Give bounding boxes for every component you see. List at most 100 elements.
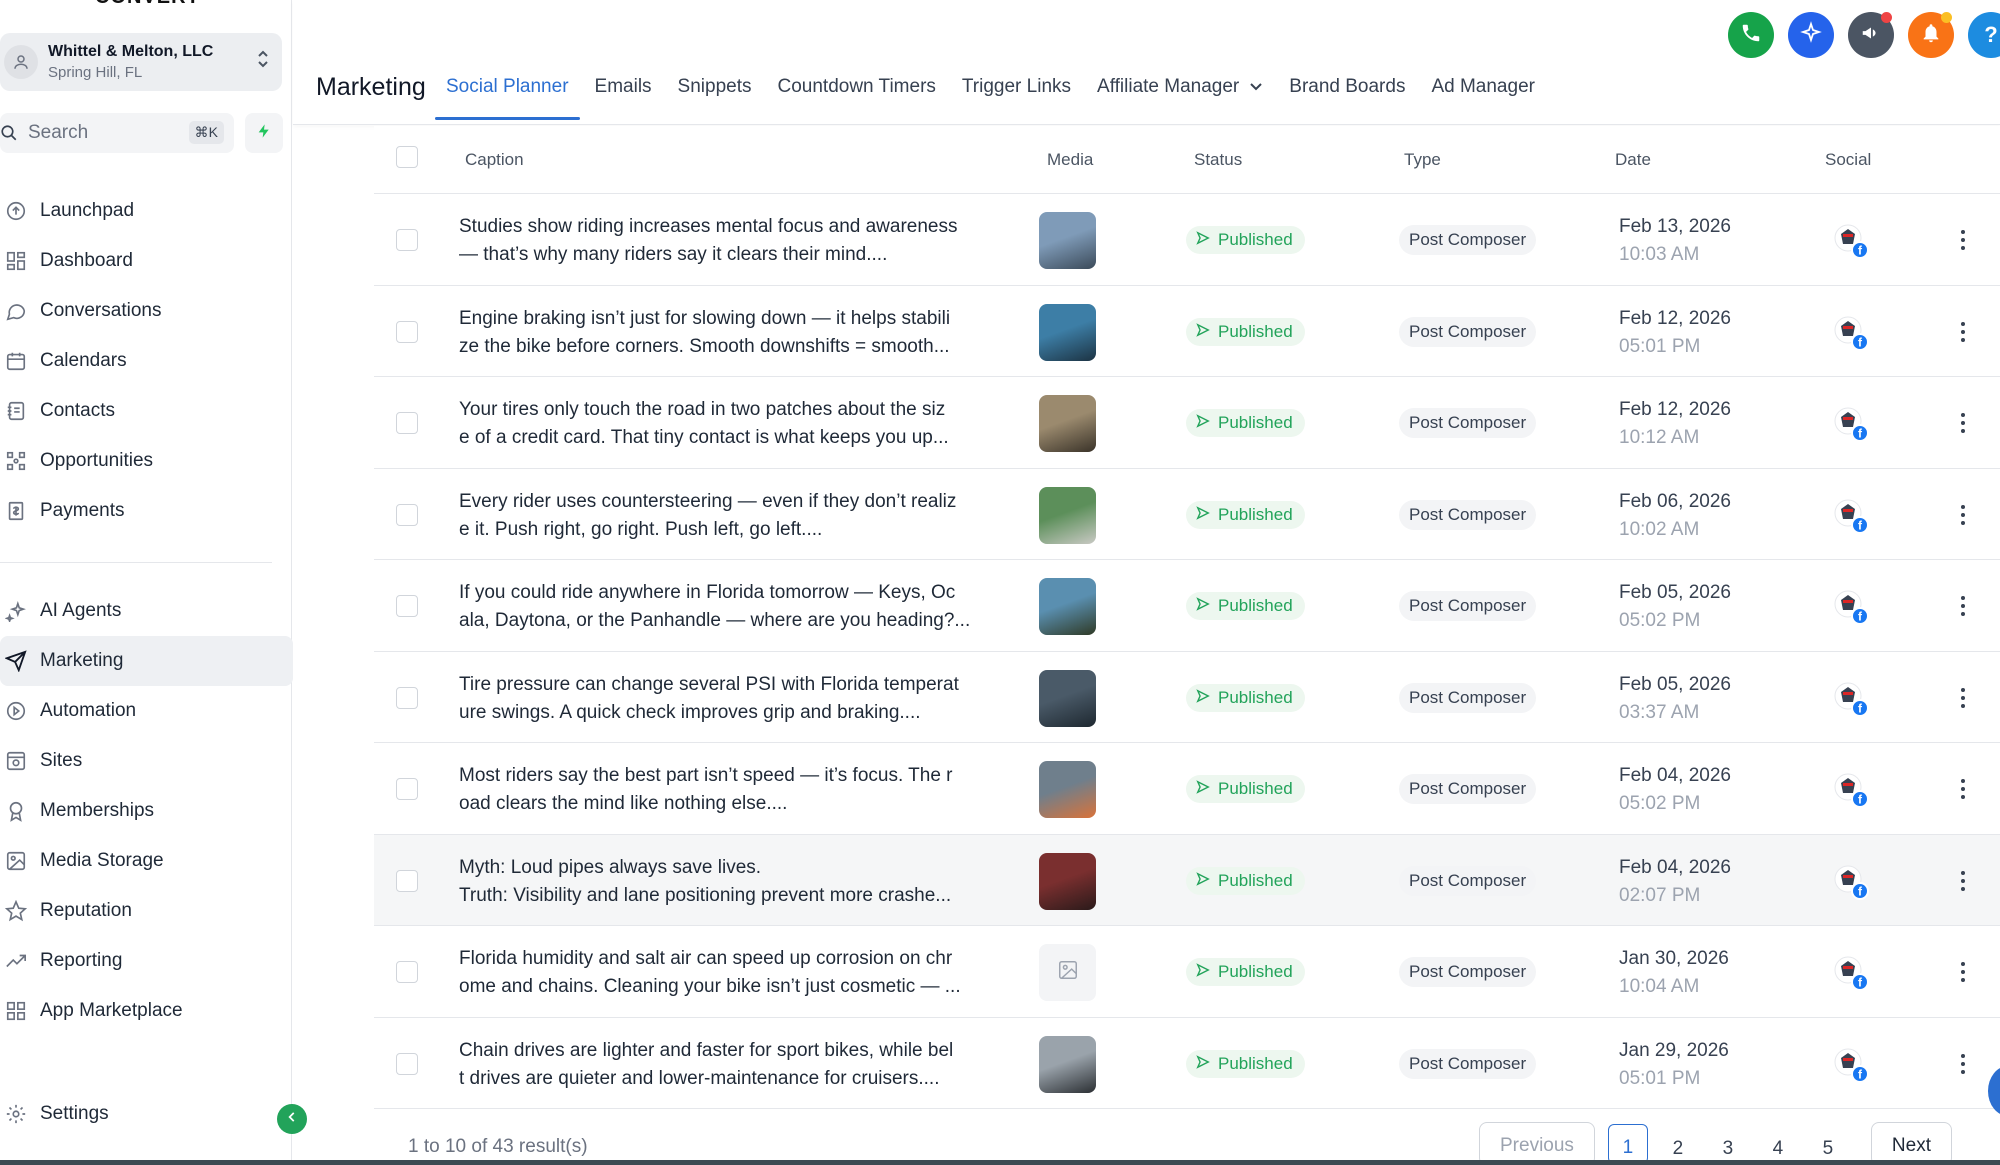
tab-emails[interactable]: Emails: [595, 66, 652, 112]
row-menu-button[interactable]: [1958, 684, 1968, 712]
table-row[interactable]: If you could ride anywhere in Florida to…: [374, 560, 2000, 652]
page-1-button[interactable]: 1: [1607, 1124, 1648, 1164]
social-account-avatar[interactable]: f: [1832, 1046, 1872, 1086]
sidebar-item-calendars[interactable]: Calendars: [0, 336, 292, 386]
select-all-checkbox[interactable]: [396, 146, 418, 168]
table-row[interactable]: Tire pressure can change several PSI wit…: [374, 651, 2000, 743]
media-thumbnail[interactable]: [1039, 486, 1096, 544]
sidebar-item-launchpad[interactable]: Launchpad: [0, 186, 292, 236]
page-4-button[interactable]: 4: [1758, 1124, 1798, 1164]
caption-cell[interactable]: If you could ride anywhere in Florida to…: [459, 579, 1009, 635]
row-menu-button[interactable]: [1958, 318, 1968, 346]
row-checkbox[interactable]: [396, 412, 418, 434]
social-account-avatar[interactable]: f: [1832, 222, 1872, 262]
column-caption[interactable]: Caption: [465, 150, 524, 170]
caption-cell[interactable]: Florida humidity and salt air can speed …: [459, 945, 1009, 1001]
caption-cell[interactable]: Engine braking isn’t just for slowing do…: [459, 305, 1009, 361]
media-thumbnail[interactable]: [1039, 1035, 1096, 1093]
row-menu-button[interactable]: [1958, 1050, 1968, 1078]
notifications-button[interactable]: [1908, 12, 1954, 58]
social-account-avatar[interactable]: f: [1832, 405, 1872, 445]
row-checkbox[interactable]: [396, 229, 418, 251]
social-account-avatar[interactable]: f: [1832, 771, 1872, 811]
table-row[interactable]: Your tires only touch the road in two pa…: [374, 377, 2000, 469]
table-row[interactable]: Engine braking isn’t just for slowing do…: [374, 285, 2000, 377]
row-checkbox[interactable]: [396, 869, 418, 892]
collapse-sidebar-button[interactable]: [277, 1104, 307, 1134]
social-account-avatar[interactable]: f: [1832, 680, 1872, 720]
row-menu-button[interactable]: [1958, 867, 1968, 895]
sidebar-item-contacts[interactable]: Contacts: [0, 386, 292, 436]
table-row[interactable]: Chain drives are lighter and faster for …: [374, 1017, 2000, 1109]
column-type[interactable]: Type: [1404, 150, 1441, 170]
row-checkbox[interactable]: [396, 503, 418, 526]
tab-brand-boards[interactable]: Brand Boards: [1289, 66, 1405, 112]
row-menu-button[interactable]: [1958, 775, 1968, 803]
previous-page-button[interactable]: Previous: [1479, 1122, 1595, 1165]
row-menu-button[interactable]: [1958, 592, 1968, 620]
media-thumbnail[interactable]: [1039, 303, 1096, 361]
column-date[interactable]: Date: [1615, 150, 1651, 170]
sidebar-item-reputation[interactable]: Reputation: [0, 886, 292, 936]
table-row[interactable]: Studies show riding increases mental foc…: [374, 194, 2000, 286]
table-row[interactable]: Myth: Loud pipes always save lives. Truth…: [374, 834, 2000, 926]
row-menu-button[interactable]: [1958, 409, 1968, 437]
caption-cell[interactable]: Tire pressure can change several PSI wit…: [459, 671, 1009, 727]
media-thumbnail[interactable]: [1039, 669, 1096, 727]
sidebar-item-dashboard[interactable]: Dashboard: [0, 236, 292, 286]
sidebar-item-sites[interactable]: Sites: [0, 736, 292, 786]
column-media[interactable]: Media: [1047, 150, 1093, 170]
tab-affiliate-manager[interactable]: Affiliate Manager: [1097, 66, 1263, 112]
row-checkbox[interactable]: [396, 320, 418, 343]
sidebar-item-marketing[interactable]: Marketing: [0, 636, 293, 686]
page-5-button[interactable]: 5: [1808, 1124, 1848, 1164]
social-account-avatar[interactable]: f: [1832, 497, 1872, 537]
sidebar-item-automation[interactable]: Automation: [0, 686, 292, 736]
account-switcher[interactable]: Whittel & Melton, LLC Spring Hill, FL: [0, 33, 282, 91]
announcements-button[interactable]: [1848, 12, 1894, 58]
sidebar-item-settings[interactable]: Settings: [0, 1089, 292, 1139]
sidebar-item-ai-agents[interactable]: AI Agents: [0, 586, 292, 636]
caption-cell[interactable]: Myth: Loud pipes always save lives. Truth…: [459, 854, 1009, 910]
table-row[interactable]: Most riders say the best part isn’t spee…: [374, 743, 2000, 835]
sidebar-item-app-marketplace[interactable]: App Marketplace: [0, 986, 292, 1036]
social-account-avatar[interactable]: f: [1832, 588, 1872, 628]
caption-cell[interactable]: Your tires only touch the road in two pa…: [459, 396, 1009, 452]
social-account-avatar[interactable]: f: [1832, 863, 1872, 903]
social-account-avatar[interactable]: f: [1832, 314, 1872, 354]
sidebar-item-media-storage[interactable]: Media Storage: [0, 836, 292, 886]
sidebar-item-payments[interactable]: Payments: [0, 486, 292, 536]
search-box[interactable]: Search ⌘K: [0, 113, 234, 153]
caption-cell[interactable]: Studies show riding increases mental foc…: [459, 213, 1009, 269]
media-thumbnail[interactable]: [1039, 395, 1096, 452]
row-checkbox[interactable]: [396, 595, 418, 617]
row-checkbox[interactable]: [396, 686, 418, 709]
column-status[interactable]: Status: [1194, 150, 1242, 170]
page-2-button[interactable]: 2: [1658, 1124, 1698, 1164]
media-thumbnail[interactable]: [1039, 578, 1096, 635]
tab-snippets[interactable]: Snippets: [678, 66, 752, 112]
table-row[interactable]: Florida humidity and salt air can speed …: [374, 926, 2000, 1018]
media-placeholder[interactable]: [1039, 944, 1096, 1001]
caption-cell[interactable]: Chain drives are lighter and faster for …: [459, 1037, 1009, 1093]
sidebar-item-memberships[interactable]: Memberships: [0, 786, 292, 836]
ai-assistant-button[interactable]: [1788, 12, 1834, 58]
media-thumbnail[interactable]: [1039, 212, 1096, 269]
row-menu-button[interactable]: [1958, 226, 1968, 254]
quick-actions-button[interactable]: [245, 113, 283, 153]
media-thumbnail[interactable]: [1039, 761, 1096, 818]
column-social[interactable]: Social: [1825, 150, 1871, 170]
row-checkbox[interactable]: [396, 961, 418, 983]
caption-cell[interactable]: Most riders say the best part isn’t spee…: [459, 762, 1009, 818]
caption-cell[interactable]: Every rider uses countersteering — even …: [459, 488, 1009, 544]
next-page-button[interactable]: Next: [1870, 1122, 1952, 1165]
row-menu-button[interactable]: [1958, 501, 1968, 529]
sidebar-item-reporting[interactable]: Reporting: [0, 936, 292, 986]
page-3-button[interactable]: 3: [1708, 1124, 1748, 1164]
tab-social-planner[interactable]: Social Planner: [435, 66, 580, 121]
row-menu-button[interactable]: [1958, 958, 1968, 986]
social-account-avatar[interactable]: f: [1832, 954, 1872, 994]
tab-ad-manager[interactable]: Ad Manager: [1431, 66, 1535, 112]
row-checkbox[interactable]: [396, 1052, 418, 1075]
tab-countdown-timers[interactable]: Countdown Timers: [778, 66, 936, 112]
